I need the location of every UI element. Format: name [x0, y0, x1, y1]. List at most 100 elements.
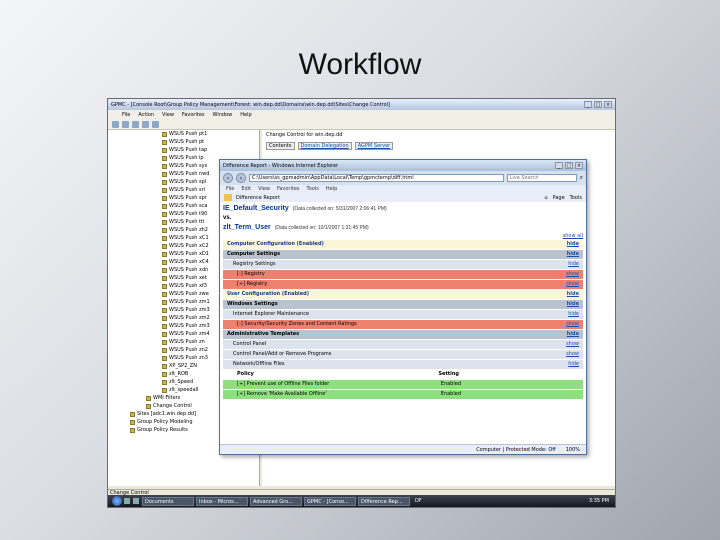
report-section: [-] Security/Security Zones and Content … [223, 320, 583, 329]
favorites-star-icon[interactable] [224, 194, 232, 201]
gpmc-menubar: File Action View Favorites Window Help [108, 110, 615, 119]
zoom-level[interactable]: 100% [566, 447, 580, 453]
tree-item[interactable]: WSUS Push pt1 [108, 130, 259, 138]
gpo-icon [130, 419, 135, 425]
report-section: Administrative Templates hide [223, 330, 583, 339]
ie-menu-favorites[interactable]: Favorites [277, 186, 300, 192]
report-section: Network/Offline Files hide [223, 360, 583, 369]
section-toggle-link[interactable]: hide [567, 290, 579, 299]
ie-menu-file[interactable]: File [226, 186, 234, 192]
section-toggle-link[interactable]: hide [568, 360, 579, 369]
tab-agpm-server[interactable]: AGPM Server [354, 142, 394, 150]
tree-item-label: WSUS Push zh2 [169, 227, 208, 233]
report-section: Computer Settings hide [223, 250, 583, 259]
show-all-link[interactable]: show all [223, 233, 583, 239]
taskbar-button[interactable]: Documents [142, 496, 194, 506]
ie-tab[interactable]: Difference Report [236, 195, 540, 201]
section-toggle-link[interactable]: hide [568, 260, 579, 269]
back-icon[interactable]: ‹ [223, 173, 233, 183]
gpo-icon [162, 163, 167, 169]
policy-header: Policy Setting [223, 370, 583, 379]
ie-menu-help[interactable]: Help [326, 186, 337, 192]
menu-file[interactable]: File [122, 112, 130, 118]
quicklaunch-icon[interactable] [133, 498, 139, 504]
tree-item-label: zlt_speedall [169, 387, 199, 393]
gpo-icon [162, 147, 167, 153]
section-label: Computer Configuration (Enabled) [227, 241, 324, 247]
menu-action[interactable]: Action [138, 112, 154, 118]
section-toggle-link[interactable]: hide [567, 240, 579, 249]
taskbar-button[interactable]: GPMC - [Conso... [304, 496, 356, 506]
minimize-icon[interactable]: _ [555, 162, 563, 169]
address-bar[interactable]: C:\Users\ss_gpmadmin\AppData\Local\Temp\… [249, 174, 504, 182]
tray-text: DF [415, 498, 422, 504]
tree-item-label: zlt_Speed [169, 379, 194, 385]
gpo-icon [162, 299, 167, 305]
maximize-icon[interactable]: □ [565, 162, 573, 169]
menu-window[interactable]: Window [213, 112, 233, 118]
section-toggle-link[interactable]: show [566, 350, 579, 359]
menu-favorites[interactable]: Favorites [182, 112, 205, 118]
back-icon[interactable] [112, 120, 119, 128]
up-icon[interactable] [132, 120, 139, 128]
ie-menu-view[interactable]: View [258, 186, 270, 192]
gpo-icon [162, 315, 167, 321]
tree-item-label: WSUS Push spl [169, 179, 207, 185]
tree-item[interactable]: WSUS Push tap [108, 146, 259, 154]
tree-item-label: WSUS Push xet [169, 275, 207, 281]
forward-icon[interactable] [122, 120, 129, 128]
search-icon[interactable]: ⌕ [580, 174, 583, 182]
gpo-a-meta: (Data collected on: 5/31/2007 2:06:41 PM… [292, 206, 387, 212]
tab-contents[interactable]: Contents [266, 142, 295, 150]
tab-domain-delegation[interactable]: Domain Delegation [297, 142, 352, 150]
tree-item-label: WSUS Push zm1 [169, 299, 210, 305]
taskbar-button[interactable]: Difference Rep... [358, 496, 410, 506]
start-button[interactable] [112, 496, 122, 506]
close-icon[interactable]: × [575, 162, 583, 169]
gpmc-window: GPMC - [Console Root\Group Policy Manage… [107, 98, 616, 508]
section-toggle-link[interactable]: show [566, 320, 579, 329]
close-icon[interactable]: × [604, 101, 612, 108]
search-input[interactable]: Live Search [506, 174, 577, 182]
section-toggle-link[interactable]: show [566, 270, 579, 279]
section-toggle-link[interactable]: hide [567, 300, 579, 309]
ie-menu-tools[interactable]: Tools [307, 186, 319, 192]
section-toggle-link[interactable]: show [566, 340, 579, 349]
taskbar-button[interactable]: Advanced Gro... [250, 496, 302, 506]
setting-col-header: Setting [438, 371, 459, 377]
tree-item-label: WSUS Push xD1 [169, 251, 209, 257]
report-section: Internet Explorer Maintenance hide [223, 310, 583, 319]
right-pane-header: Change Control for win.dep.dd [266, 132, 343, 138]
gpo-icon [162, 307, 167, 313]
section-toggle-link[interactable]: hide [567, 250, 579, 259]
section-label: Registry Settings [233, 261, 276, 267]
tools-menu[interactable]: Tools [570, 195, 582, 201]
tree-item-label: WSUS Push sca [169, 203, 208, 209]
section-toggle-link[interactable]: hide [568, 310, 579, 319]
menu-help[interactable]: Help [240, 112, 251, 118]
gpo-icon [130, 411, 135, 417]
menu-view[interactable]: View [162, 112, 174, 118]
policy-rows: [+] Prevent use of Offline Files folder E… [223, 380, 583, 399]
gpo-icon [162, 259, 167, 265]
home-icon[interactable]: ⌂ [544, 195, 547, 201]
report-section: Computer Configuration (Enabled) hide [223, 240, 583, 249]
help-icon[interactable] [152, 120, 159, 128]
policy-name[interactable]: [+] Remove 'Make Available Offline' [237, 390, 327, 399]
right-pane-tabs: Contents Domain Delegation AGPM Server [262, 142, 615, 150]
forward-icon[interactable]: › [236, 173, 246, 183]
gpo-icon [162, 347, 167, 353]
quicklaunch-icon[interactable] [124, 498, 130, 504]
minimize-icon[interactable]: _ [584, 101, 592, 108]
policy-name[interactable]: [+] Prevent use of Offline Files folder [237, 380, 329, 389]
page-menu[interactable]: Page [553, 195, 565, 201]
tree-item[interactable]: WSUS Push pt [108, 138, 259, 146]
maximize-icon[interactable]: □ [594, 101, 602, 108]
refresh-icon[interactable] [142, 120, 149, 128]
taskbar-button[interactable]: Inbox - Micros... [196, 496, 248, 506]
report-section: User Configuration (Enabled) hide [223, 290, 583, 299]
ie-menu-edit[interactable]: Edit [241, 186, 251, 192]
difference-report: IE_Default_Security (Data collected on: … [220, 202, 586, 444]
section-toggle-link[interactable]: hide [567, 330, 579, 339]
section-toggle-link[interactable]: show [566, 280, 579, 289]
